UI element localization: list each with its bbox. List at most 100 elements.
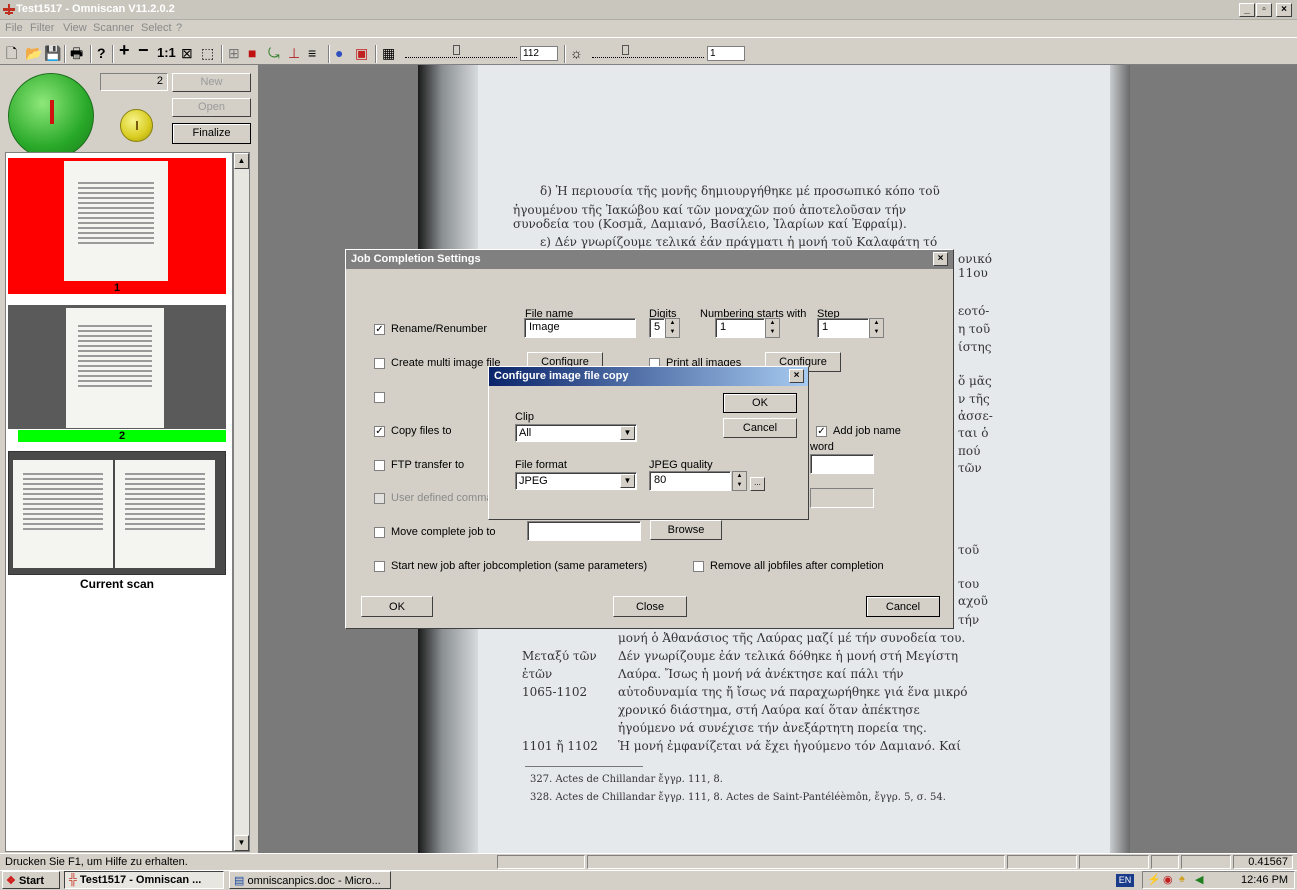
save-icon[interactable]: 💾 [44,46,61,60]
start-button[interactable]: ❖ Start [2,871,60,889]
remove-files-checkbox[interactable] [693,561,704,572]
contrast-slider[interactable] [592,45,704,58]
unlabeled-checkbox[interactable] [374,392,385,403]
menu-help[interactable]: ? [176,22,182,34]
close-icon[interactable]: × [1276,3,1292,17]
thumbnail-page-left [13,460,113,568]
colors-icon[interactable]: ● [335,46,343,60]
zoom-in-icon[interactable]: + [119,41,130,59]
scan-button[interactable] [8,73,94,159]
close-icon[interactable]: × [789,369,804,383]
toolbar: 🗋 📂 💾 🖶 ? + − 1:1 ⊠ ⬚ ⊞ ■ ⤿ ⊥ ≡ ● ▣ ▦ 11… [0,37,1297,65]
slider-thumb[interactable] [453,45,460,55]
step-input[interactable]: 1 [817,318,869,338]
multi-image-checkbox[interactable] [374,358,385,369]
close-icon[interactable]: × [933,252,948,266]
thumbnail-1[interactable] [8,158,226,282]
scroll-up-icon[interactable]: ▲ [234,153,249,169]
menu-scanner[interactable]: Scanner [93,22,134,34]
move-job-checkbox[interactable] [374,527,385,538]
status-cell [1079,855,1149,869]
file-format-select[interactable]: JPEG ▼ [515,472,637,490]
slider-thumb[interactable] [622,45,629,55]
remove-files-label: Remove all jobfiles after completion [710,560,884,572]
thumbnail-2[interactable] [8,305,226,429]
zoom-actual-button[interactable]: 1:1 [157,46,176,60]
copy-files-checkbox[interactable]: ✓ [374,426,385,437]
new-button[interactable]: New [172,73,251,92]
taskbar-item-omniscan[interactable]: ╬ Test1517 - Omniscan ... [64,871,224,889]
copy-cancel-button[interactable]: Cancel [723,418,797,438]
page-text-line: μονή ὁ Ἀθανάσιος τῆς Λαύρας μαζί μέ τήν … [618,631,966,645]
new-doc-icon[interactable]: 🗋 [6,46,17,60]
password-input[interactable] [810,454,874,474]
zoom-out-icon[interactable]: − [138,41,149,59]
chevron-down-icon[interactable]: ▼ [620,426,635,440]
lines-icon[interactable]: ≡ [308,46,316,60]
ok-button[interactable]: OK [361,596,433,617]
fit-page-icon[interactable]: ⊠ [181,46,193,60]
finalize-button[interactable]: Finalize [172,123,251,144]
menu-view[interactable]: View [63,22,87,34]
book-icon[interactable]: ▣ [355,46,368,60]
menu-filter[interactable]: Filter [30,22,54,34]
brightness-value[interactable]: 112 [520,46,558,61]
current-scan-thumbnail[interactable] [8,451,226,575]
volume-icon[interactable]: ◀ [1195,873,1203,886]
open-button[interactable]: Open [172,98,251,117]
cancel-button[interactable]: Cancel [866,596,940,617]
select-rect-icon[interactable]: ⬚ [201,46,214,60]
file-format-value: JPEG [519,475,548,487]
menu-file[interactable]: File [5,22,23,34]
taskbar-item-word[interactable]: ▤ omniscanpics.doc - Micro... [229,871,391,889]
page-text-fragment: η τοῦ [958,322,991,336]
close-button[interactable]: Close [613,596,687,617]
page-text-fragment: ὅ μᾶς [958,374,992,388]
maximize-icon[interactable]: ▫ [1256,3,1272,17]
digits-spinner[interactable]: ▲ ▼ [665,318,680,338]
scan-small-button[interactable] [120,109,153,142]
split-icon[interactable]: ⊞ [228,46,240,60]
contrast-icon[interactable]: ▦ [382,46,395,60]
more-button[interactable]: ... [750,477,765,491]
chevron-down-icon[interactable]: ▼ [620,474,635,488]
rotate-icon[interactable]: ⤿ [268,46,280,60]
browse-button[interactable]: Browse [650,520,722,540]
print-icon[interactable]: 🖶 [70,46,83,60]
scroll-down-icon[interactable]: ▼ [234,835,249,851]
sun-icon[interactable]: ☼ [570,46,583,60]
contrast-value[interactable]: 1 [707,46,745,61]
crop-icon[interactable]: ⊥ [288,46,300,60]
step-spinner[interactable]: ▲ ▼ [869,318,884,338]
file-name-input[interactable]: Image [524,318,636,338]
thumbnail-scrollbar[interactable]: ▲ ▼ [233,152,250,852]
ftp-checkbox[interactable] [374,460,385,471]
copy-ok-button[interactable]: OK [723,393,797,413]
minimize-icon[interactable]: _ [1239,3,1255,17]
menu-select[interactable]: Select [141,22,172,34]
brightness-slider[interactable] [405,45,517,58]
toolbar-separator [375,45,377,63]
digits-input[interactable]: 5 [649,318,665,338]
numbering-input[interactable]: 1 [715,318,765,338]
tray-app-icon[interactable]: ◉ [1163,873,1173,886]
network-icon[interactable]: ⚡ [1147,873,1161,886]
add-job-name-checkbox[interactable]: ✓ [816,426,827,437]
menu-bar: File Filter View Scanner Select ? [0,20,1297,37]
language-indicator[interactable]: EN [1116,874,1134,887]
help-icon[interactable]: ? [97,46,106,60]
jpeg-quality-spinner[interactable]: ▲ ▼ [732,471,747,491]
open-folder-icon[interactable]: 📂 [25,46,42,60]
move-job-input[interactable] [527,521,641,541]
user-defined-input[interactable] [810,488,874,508]
move-job-label: Move complete job to [391,526,496,538]
clip-select[interactable]: All ▼ [515,424,637,442]
start-new-job-checkbox[interactable] [374,561,385,572]
tray-security-icon[interactable]: ♠ [1179,873,1185,885]
numbering-spinner[interactable]: ▲ ▼ [765,318,780,338]
rename-checkbox[interactable]: ✓ [374,324,385,335]
user-defined-checkbox[interactable] [374,493,385,504]
password-label: word [810,441,834,453]
jpeg-quality-input[interactable]: 80 [649,471,731,491]
color-icon[interactable]: ■ [248,46,256,60]
